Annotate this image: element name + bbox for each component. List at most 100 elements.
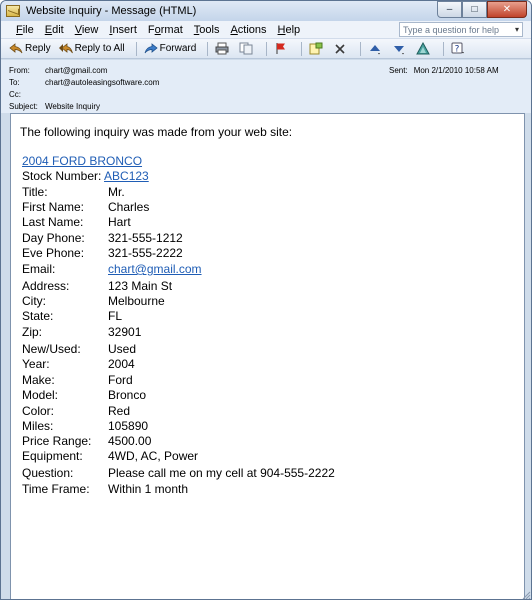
categorize-icon (309, 42, 323, 55)
field-label: Equipment: (22, 449, 83, 463)
cc-label: Cc: (9, 90, 21, 99)
help-search-input[interactable]: Type a question for help ▾ (399, 22, 523, 37)
field-question: Question: Please call me on my cell at 90… (22, 466, 335, 480)
field-label: Address: (22, 279, 70, 293)
to-value[interactable]: chart@autoleasingsoftware.com (45, 78, 159, 87)
help-search-placeholder: Type a question for help (403, 24, 500, 35)
menu-edit[interactable]: Edit (45, 24, 64, 36)
field-value: Within 1 month (108, 482, 189, 496)
intro-text: The following inquiry was made from your… (20, 125, 293, 139)
reply-all-label: Reply to All (74, 43, 125, 54)
field-value: 321-555-2222 (108, 246, 183, 260)
svg-text:?: ? (455, 45, 460, 55)
arrow-up-icon (368, 42, 382, 55)
field-label: Price Range: (22, 434, 92, 448)
menu-actions[interactable]: Actions (230, 24, 266, 36)
toolbar-separator (266, 41, 268, 56)
previous-item-button[interactable] (366, 40, 386, 58)
find-contact-button[interactable] (414, 40, 434, 58)
outlook-message-window: Website Inquiry - Message (HTML) – □ ✕ F… (0, 0, 532, 600)
maximize-button[interactable]: □ (462, 1, 487, 18)
flag-icon (274, 42, 288, 55)
menu-file[interactable]: File (16, 24, 34, 36)
toolbar-separator (135, 41, 137, 56)
field-label: Year: (22, 357, 50, 371)
forward-label: Forward (159, 43, 197, 54)
help-button[interactable]: ? (449, 40, 469, 58)
field-label: Zip: (22, 325, 43, 339)
next-item-button[interactable] (390, 40, 410, 58)
sent-value: Mon 2/1/2010 10:58 AM (413, 66, 499, 75)
menu-tools[interactable]: Tools (194, 24, 220, 36)
field-value: Used (108, 342, 137, 356)
field-value: FL (108, 309, 123, 323)
field-address: Address: 123 Main St (22, 279, 172, 293)
field-label: Model: (22, 388, 59, 402)
field-miles: Miles: 105890 (22, 419, 148, 433)
delete-icon (333, 42, 347, 55)
field-city: City: Melbourne (22, 294, 165, 308)
arrow-down-icon (392, 42, 406, 55)
printer-icon (215, 42, 229, 55)
field-label: Last Name: (22, 215, 84, 229)
print-button[interactable] (213, 40, 233, 58)
field-value: 105890 (108, 419, 149, 433)
title-bar[interactable]: Website Inquiry - Message (HTML) – □ ✕ (1, 1, 531, 21)
field-zip: Zip: 32901 (22, 325, 141, 339)
field-label: Email: (22, 262, 56, 276)
close-button[interactable]: ✕ (487, 1, 527, 18)
field-label: Question: (22, 466, 74, 480)
subject-label: Subject: (9, 102, 38, 111)
menu-format[interactable]: Format (148, 24, 183, 36)
follow-up-button[interactable] (272, 40, 292, 58)
field-label: City: (22, 294, 46, 308)
field-time-frame: Time Frame: Within 1 month (22, 482, 188, 496)
reply-all-button[interactable]: Reply to All (57, 40, 127, 58)
vehicle-listing-link[interactable]: 2004 FORD BRONCO (22, 154, 142, 168)
field-value: 321-555-1212 (108, 231, 183, 245)
field-label: New/Used: (22, 342, 81, 356)
field-eve-phone: Eve Phone: 321-555-2222 (22, 246, 183, 260)
copy-icon (239, 42, 253, 55)
forward-button[interactable]: Forward (142, 40, 199, 58)
field-value: 4WD, AC, Power (108, 449, 199, 463)
field-make: Make: Ford (22, 373, 133, 387)
reply-label: Reply (25, 43, 51, 54)
menu-view[interactable]: View (75, 24, 99, 36)
field-label: Color: (22, 404, 55, 418)
message-body: The following inquiry was made from your… (10, 113, 525, 599)
menu-help[interactable]: Help (278, 24, 301, 36)
menu-insert[interactable]: Insert (109, 24, 137, 36)
toolbar: Reply Reply to All Forward ? (1, 39, 531, 59)
email-link[interactable]: chart@gmail.com (108, 262, 202, 276)
field-email: Email: chart@gmail.com (22, 262, 202, 276)
minimize-button[interactable]: – (437, 1, 462, 18)
from-label: From: (9, 66, 30, 75)
stock-number-row: Stock Number: ABC123 (22, 169, 149, 183)
chevron-down-icon[interactable]: ▾ (515, 25, 519, 34)
from-value[interactable]: chart@gmail.com (45, 66, 107, 75)
field-first-name: First Name: Charles (22, 200, 149, 214)
help-icon: ? (451, 42, 465, 55)
reply-icon (9, 42, 23, 55)
move-to-folder-button[interactable] (237, 40, 257, 58)
delete-button[interactable] (331, 40, 351, 58)
stock-number-link[interactable]: ABC123 (104, 169, 149, 183)
field-value: 4500.00 (108, 434, 152, 448)
field-equipment: Equipment: 4WD, AC, Power (22, 449, 198, 463)
field-value: Melbourne (108, 294, 165, 308)
reply-button[interactable]: Reply (7, 40, 53, 58)
field-value: 123 Main St (108, 279, 173, 293)
field-label: State: (22, 309, 54, 323)
field-value: 2004 (108, 357, 135, 371)
field-label: Miles: (22, 419, 54, 433)
reply-all-icon (58, 42, 73, 55)
categorize-button[interactable] (307, 40, 327, 58)
toolbar-separator (301, 41, 303, 56)
field-day-phone: Day Phone: 321-555-1212 (22, 231, 183, 245)
toolbar-separator (207, 41, 209, 56)
field-label: Title: (22, 185, 48, 199)
resize-grip-icon[interactable] (521, 589, 531, 599)
field-label: First Name: (22, 200, 85, 214)
field-label: Day Phone: (22, 231, 85, 245)
